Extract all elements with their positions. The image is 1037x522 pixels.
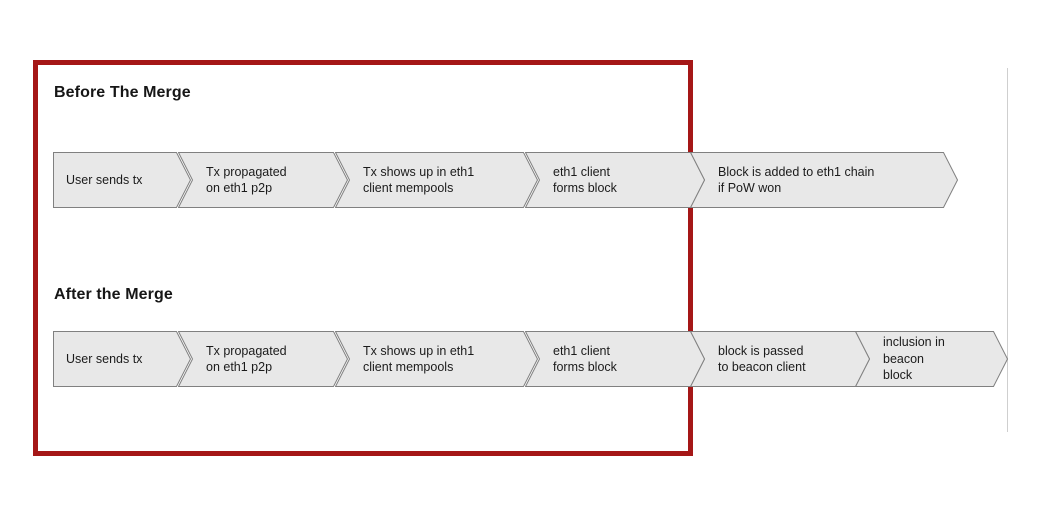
flow-step-after-step-3[interactable]: Tx shows up in eth1 client mempools: [335, 331, 538, 387]
flow-chevron-shape: [178, 331, 348, 387]
flow-step-before-step-2[interactable]: Tx propagated on eth1 p2p: [178, 152, 348, 208]
flow-chevron-shape: [690, 331, 870, 387]
flow-chevron-shape: [855, 331, 1008, 387]
flow-chevron-shape: [335, 152, 538, 208]
diagram-canvas: Before The Merge User sends tx Tx propagat…: [0, 0, 1037, 522]
flow-step-before-step-5[interactable]: Block is added to eth1 chain if PoW won: [690, 152, 958, 208]
flow-step-before-step-4[interactable]: eth1 client forms block: [525, 152, 705, 208]
flow-box-shape: [53, 152, 191, 208]
flow-row-before-the-merge: User sends tx Tx propagated on eth1 p2p Tx…: [0, 152, 1037, 208]
flow-row-after-the-merge: User sends tx Tx propagated on eth1 p2p Tx…: [0, 331, 1037, 387]
red-highlight-rectangle: [33, 60, 693, 456]
flow-chevron-shape: [525, 152, 705, 208]
flow-step-after-step-1[interactable]: User sends tx: [53, 331, 191, 387]
flow-step-after-step-4[interactable]: eth1 client forms block: [525, 331, 705, 387]
section-title-after-the-merge: After the Merge: [54, 286, 173, 303]
flow-step-after-step-2[interactable]: Tx propagated on eth1 p2p: [178, 331, 348, 387]
flow-chevron-shape: [690, 152, 958, 208]
flow-step-before-step-1[interactable]: User sends tx: [53, 152, 191, 208]
flow-step-after-step-6[interactable]: inclusion in beacon block: [855, 331, 1008, 387]
flow-step-before-step-3[interactable]: Tx shows up in eth1 client mempools: [335, 152, 538, 208]
flow-chevron-shape: [178, 152, 348, 208]
section-title-before-the-merge: Before The Merge: [54, 84, 191, 101]
flow-box-shape: [53, 331, 191, 387]
flow-chevron-shape: [335, 331, 538, 387]
flow-chevron-shape: [525, 331, 705, 387]
flow-step-after-step-5[interactable]: block is passed to beacon client: [690, 331, 870, 387]
